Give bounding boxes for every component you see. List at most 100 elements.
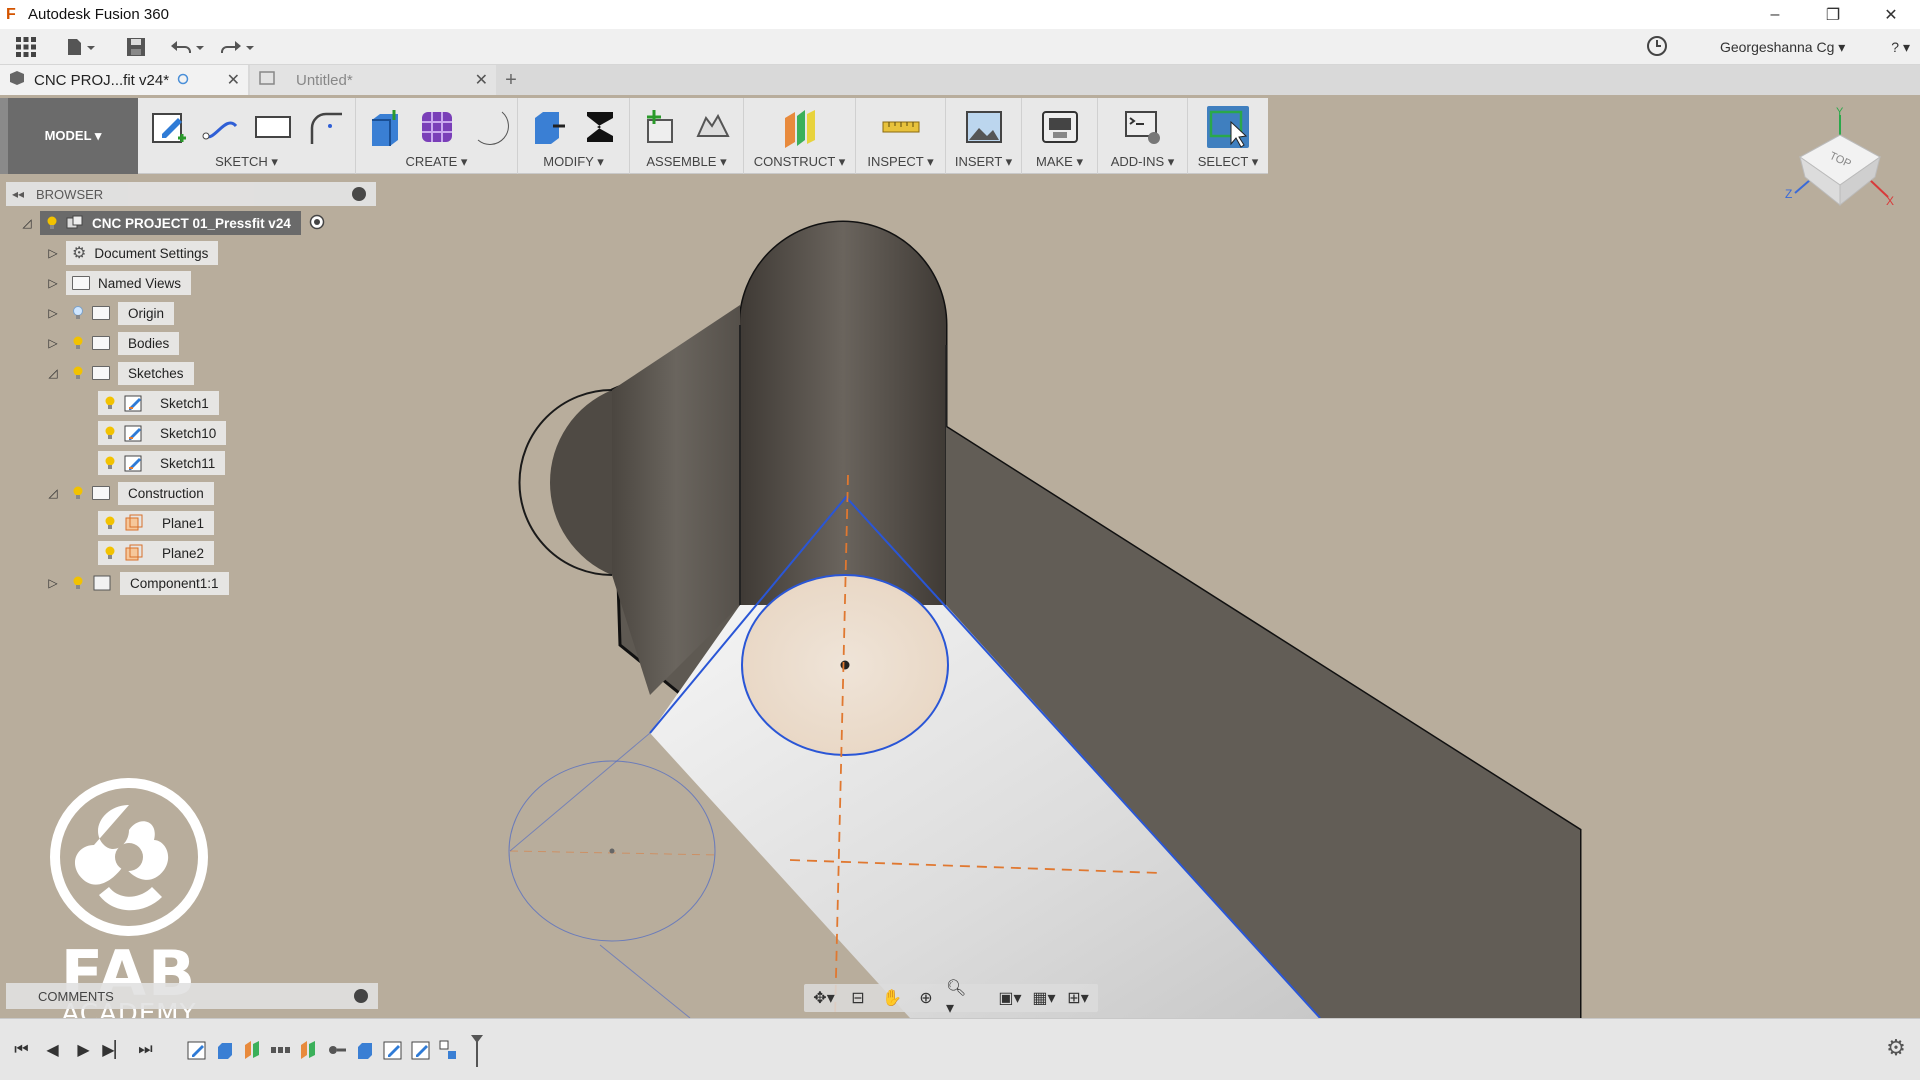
rectangle-icon[interactable]	[252, 106, 294, 148]
restore-button[interactable]: ❐	[1804, 0, 1862, 29]
timeline-sketch3-icon[interactable]	[407, 1036, 435, 1064]
zoom-icon[interactable]: ⊕	[912, 986, 940, 1010]
expand-triangle-icon[interactable]: ▷	[46, 336, 60, 350]
tab-untitled[interactable]: Untitled* ✕	[250, 65, 496, 95]
tree-row-origin[interactable]: ▷ Origin	[46, 300, 184, 326]
workspace-switcher[interactable]: MODEL ▾	[0, 98, 138, 174]
visibility-bulb-icon[interactable]	[72, 306, 84, 320]
extrude-icon[interactable]	[364, 106, 406, 148]
redo-icon[interactable]	[212, 29, 262, 65]
collapse-triangle-icon[interactable]: ◿	[46, 366, 60, 380]
timeline-plane2-icon[interactable]	[295, 1036, 323, 1064]
tab-close-icon[interactable]: ✕	[475, 70, 488, 90]
help-menu[interactable]: ? ▾	[1891, 39, 1910, 56]
browser-pin-icon[interactable]	[352, 187, 366, 201]
display-settings-icon[interactable]: ▣▾	[996, 986, 1024, 1010]
fit-zoom-icon[interactable]: 🔍︎▾	[946, 980, 974, 1017]
look-at-icon[interactable]: ⊟	[844, 986, 872, 1010]
job-status-clock-icon[interactable]	[1646, 35, 1668, 60]
parameters-sigma-icon[interactable]	[579, 106, 621, 148]
tree-row-construction[interactable]: ◿ Construction	[46, 480, 224, 506]
pan-hand-icon[interactable]: ✋	[878, 986, 906, 1010]
tree-row-named-views[interactable]: ▷ Named Views	[46, 270, 192, 296]
insert-group-label[interactable]: INSERT ▾	[955, 154, 1012, 170]
timeline-joint-icon[interactable]	[323, 1036, 351, 1064]
visibility-bulb-icon[interactable]	[104, 426, 116, 440]
revolve-icon[interactable]	[468, 106, 510, 148]
comments-panel[interactable]: COMMENTS	[6, 983, 378, 1009]
joint-icon[interactable]	[692, 106, 734, 148]
grid-settings-icon[interactable]: ▦▾	[1030, 986, 1058, 1010]
visibility-bulb-icon[interactable]	[72, 336, 84, 350]
sketch-group-label[interactable]: SKETCH ▾	[215, 154, 278, 170]
timeline-extrude2-icon[interactable]	[351, 1036, 379, 1064]
3d-print-icon[interactable]	[1039, 106, 1081, 148]
press-pull-icon[interactable]	[527, 106, 569, 148]
visibility-bulb-icon[interactable]	[72, 576, 84, 590]
tree-row-sketch1[interactable]: Sketch1	[98, 390, 219, 416]
tab-cnc-project[interactable]: CNC PROJ...fit v24* ✕	[0, 65, 248, 95]
timeline-sketch-icon[interactable]	[183, 1036, 211, 1064]
timeline-extrude-icon[interactable]	[211, 1036, 239, 1064]
timeline-play-icon[interactable]: ▶	[68, 1035, 99, 1065]
tree-row-root[interactable]: ◿ CNC PROJECT 01_Pressfit v24	[20, 210, 325, 236]
timeline-next-icon[interactable]: ▶︎▏	[99, 1035, 130, 1065]
add-ins-group-label[interactable]: ADD-INS ▾	[1111, 154, 1175, 170]
expand-triangle-icon[interactable]: ▷	[46, 306, 60, 320]
tree-row-sketch11[interactable]: Sketch11	[98, 450, 226, 476]
visibility-bulb-icon[interactable]	[104, 516, 116, 530]
expand-triangle-icon[interactable]: ▷	[46, 246, 60, 260]
collapse-browser-icon[interactable]: ◂◂	[12, 187, 36, 201]
form-icon[interactable]	[416, 106, 458, 148]
visibility-bulb-icon[interactable]	[72, 486, 84, 500]
tree-row-plane2[interactable]: Plane2	[98, 540, 215, 566]
undo-icon[interactable]	[162, 29, 212, 65]
create-sketch-icon[interactable]	[148, 106, 190, 148]
scripts-addins-icon[interactable]	[1122, 106, 1164, 148]
timeline-sketch2-icon[interactable]	[379, 1036, 407, 1064]
visibility-bulb-icon[interactable]	[72, 366, 84, 380]
construct-group-label[interactable]: CONSTRUCT ▾	[754, 154, 846, 170]
expand-triangle-icon[interactable]: ▷	[46, 276, 60, 290]
create-group-label[interactable]: CREATE ▾	[406, 154, 468, 170]
collapse-triangle-icon[interactable]: ◿	[46, 486, 60, 500]
activate-radio-icon[interactable]	[309, 214, 325, 233]
close-button[interactable]: ✕	[1862, 0, 1920, 29]
collapse-triangle-icon[interactable]: ◿	[20, 216, 34, 230]
file-menu-icon[interactable]	[52, 29, 110, 65]
user-account-menu[interactable]: Georgeshanna Cg ▾	[1720, 39, 1845, 56]
timeline-plane-icon[interactable]	[239, 1036, 267, 1064]
assemble-group-label[interactable]: ASSEMBLE ▾	[646, 154, 726, 170]
new-component-icon[interactable]	[640, 106, 682, 148]
timeline-previous-icon[interactable]: ◀	[37, 1035, 68, 1065]
minimize-button[interactable]: –	[1746, 0, 1804, 29]
comments-pin-icon[interactable]	[354, 989, 368, 1003]
timeline-first-icon[interactable]: ⏮	[6, 1035, 37, 1065]
fillet-sketch-icon[interactable]	[304, 106, 346, 148]
pressfit-slot-body[interactable]	[508, 220, 1582, 1018]
new-tab-plus-icon[interactable]: +	[496, 65, 526, 95]
tree-row-document-settings[interactable]: ▷ ⚙ Document Settings	[46, 240, 219, 266]
modify-group-label[interactable]: MODIFY ▾	[543, 154, 603, 170]
select-group-label[interactable]: SELECT ▾	[1198, 154, 1258, 170]
orbit-icon[interactable]: ✥▾	[810, 986, 838, 1010]
tree-row-component[interactable]: ▷ Component1:1	[46, 570, 239, 596]
visibility-bulb-icon[interactable]	[104, 546, 116, 560]
expand-triangle-icon[interactable]: ▷	[46, 576, 60, 590]
timeline-pattern-icon[interactable]	[267, 1036, 295, 1064]
select-arrow-icon[interactable]	[1207, 106, 1249, 148]
visibility-bulb-icon[interactable]	[104, 456, 116, 470]
view-cube[interactable]: Y X Z TOP	[1785, 105, 1895, 228]
timeline-marker-icon[interactable]	[463, 1034, 491, 1067]
save-icon[interactable]	[110, 29, 162, 65]
tree-row-plane1[interactable]: Plane1	[98, 510, 215, 536]
timeline-group-icon[interactable]	[435, 1036, 463, 1064]
tree-row-sketches[interactable]: ◿ Sketches	[46, 360, 204, 386]
measure-ruler-icon[interactable]	[880, 106, 922, 148]
offset-plane-icon[interactable]	[779, 106, 821, 148]
viewports-icon[interactable]: ⊞▾	[1064, 986, 1092, 1010]
sketch-line-icon[interactable]	[200, 106, 242, 148]
visibility-bulb-icon[interactable]	[46, 216, 58, 230]
inspect-group-label[interactable]: INSPECT ▾	[867, 154, 933, 170]
data-panel-grid-icon[interactable]	[0, 29, 52, 65]
